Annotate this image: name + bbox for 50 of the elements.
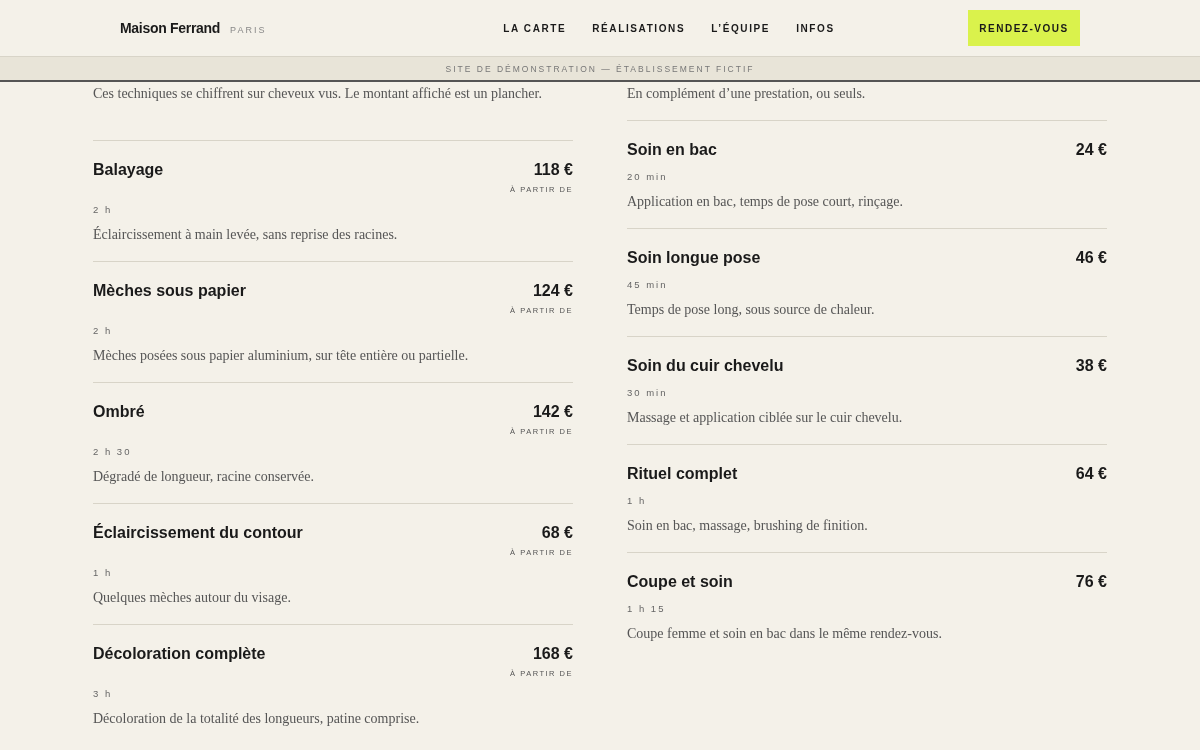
service-description: Quelques mèches autour du visage. bbox=[93, 590, 292, 606]
service-description: Dégradé de longueur, racine conservée. bbox=[93, 469, 315, 485]
service-description: Décoloration de la totalité des longueurs, patine comprise. bbox=[93, 711, 421, 727]
service-name: Ombré bbox=[93, 403, 145, 421]
service-description: Temps de pose long, sous source de chaleur. bbox=[627, 302, 876, 318]
demo-banner-text: SITE DE DÉMONSTRATION — ÉTABLISSEMENT FICTIF bbox=[445, 63, 755, 74]
service-duration: 2 h bbox=[93, 325, 113, 336]
service-duration: 1 h 15 bbox=[627, 603, 666, 614]
section-intro: En complément d’une prestation, ou seuls. bbox=[627, 86, 867, 103]
service-duration: 30 min bbox=[627, 387, 668, 398]
appointment-button[interactable]: RENDEZ-VOUS bbox=[968, 10, 1080, 46]
service-duration: 20 min bbox=[627, 171, 668, 182]
service-price: 46 € bbox=[1075, 249, 1107, 267]
brand-name: Maison Ferrand bbox=[120, 20, 221, 36]
service-name: Coupe et soin bbox=[627, 573, 733, 591]
service-duration: 3 h bbox=[93, 688, 113, 699]
service-description: Soin en bac, massage, brushing de finition. bbox=[627, 518, 869, 534]
service-price: 76 € bbox=[1075, 573, 1107, 591]
service-price: 68 € bbox=[541, 524, 573, 542]
service-description: Éclaircissement à main levée, sans reprise des racines. bbox=[93, 227, 399, 243]
nav-link[interactable]: L’ÉQUIPE bbox=[711, 22, 771, 34]
service-name: Soin longue pose bbox=[627, 249, 761, 267]
section-intro: Ces techniques se chiffrent sur cheveux vus. Le montant affiché est un plancher. bbox=[93, 86, 543, 103]
service-duration: 1 h bbox=[93, 567, 113, 578]
service-price: 64 € bbox=[1075, 465, 1107, 483]
nav-link[interactable]: RÉALISATIONS bbox=[592, 22, 686, 34]
service-price: 168 € bbox=[532, 645, 573, 663]
service-price: 24 € bbox=[1075, 141, 1107, 159]
service-name: Soin du cuir chevelu bbox=[627, 357, 784, 375]
service-duration: 2 h bbox=[93, 204, 113, 215]
service-name: Éclaircissement du contour bbox=[93, 524, 303, 542]
service-price: 124 € bbox=[532, 282, 573, 300]
nav-link[interactable]: LA CARTE bbox=[503, 22, 567, 34]
nav-link[interactable]: INFOS bbox=[796, 22, 835, 34]
service-description: Application en bac, temps de pose court, rinçage. bbox=[627, 194, 904, 210]
service-duration: 45 min bbox=[627, 279, 668, 290]
service-duration: 1 h bbox=[627, 495, 647, 506]
brand-city: PARIS bbox=[230, 25, 267, 35]
service-duration: 2 h 30 bbox=[93, 446, 132, 457]
service-description: Coupe femme et soin en bac dans le même rendez-vous. bbox=[627, 626, 943, 642]
service-name: Soin en bac bbox=[627, 141, 717, 159]
service-price: 118 € bbox=[533, 161, 573, 179]
service-description: Massage et application ciblée sur le cuir chevelu. bbox=[627, 410, 904, 426]
service-description: Mèches posées sous papier aluminium, sur tête entière ou partielle. bbox=[93, 348, 470, 364]
service-price: 142 € bbox=[532, 403, 573, 421]
service-name: Mèches sous papier bbox=[93, 282, 246, 300]
service-price: 38 € bbox=[1075, 357, 1107, 375]
service-name: Balayage bbox=[93, 161, 164, 179]
service-name: Décoloration complète bbox=[93, 645, 266, 663]
service-name: Rituel complet bbox=[627, 465, 738, 483]
